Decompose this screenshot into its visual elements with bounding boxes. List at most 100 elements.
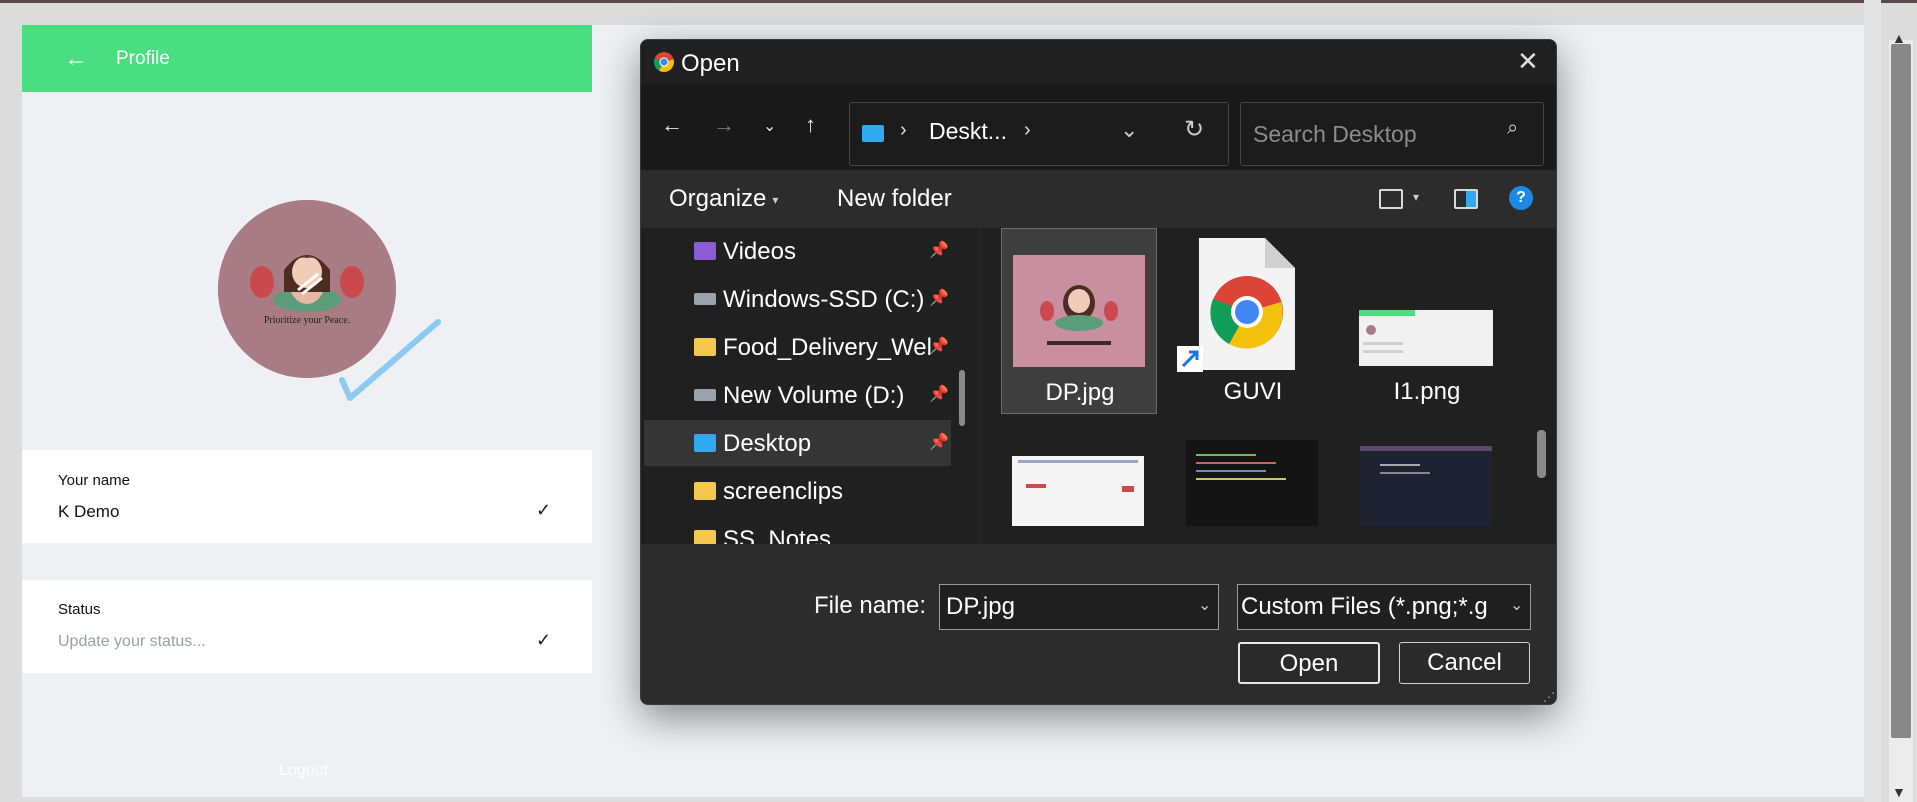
file-name: DP.jpg xyxy=(1045,379,1115,406)
organize-label: Organize xyxy=(669,185,767,212)
cancel-button[interactable]: Cancel xyxy=(1399,642,1530,684)
status-label: Status xyxy=(58,601,101,618)
nav-item-windows-ssd[interactable]: Windows-SSD (C:) 📌 xyxy=(644,276,951,322)
nav-item-new-volume[interactable]: New Volume (D:) 📌 xyxy=(644,372,951,418)
dialog-toolbar: Organize ▾ New folder ▾ ? xyxy=(641,170,1556,228)
profile-title: Profile xyxy=(116,47,170,69)
search-icon[interactable]: ⌕ xyxy=(1507,117,1518,140)
nav-item-label: New Volume (D:) xyxy=(723,382,905,409)
help-icon[interactable]: ? xyxy=(1509,186,1533,210)
close-icon[interactable]: ✕ xyxy=(1517,46,1539,77)
pane-divider[interactable] xyxy=(979,228,980,544)
file-name-input[interactable]: DP.jpg ⌄ xyxy=(939,584,1219,630)
nav-item-label: Videos xyxy=(723,238,796,265)
desktop-folder-icon xyxy=(694,434,716,452)
file-name: GUVI xyxy=(1223,378,1283,405)
file-name: I1.png xyxy=(1393,378,1461,405)
file-name-value[interactable]: DP.jpg xyxy=(946,593,1015,621)
file-list-scroll-thumb[interactable] xyxy=(1537,430,1546,478)
up-folder-icon[interactable]: ↑ xyxy=(805,112,816,138)
breadcrumb-desktop[interactable]: Deskt... xyxy=(929,118,1007,145)
file-item[interactable] xyxy=(1001,456,1157,544)
nav-item-label: SS_Notes xyxy=(723,526,832,544)
drive-icon xyxy=(694,389,716,401)
folder-icon xyxy=(694,338,716,356)
file-item[interactable] xyxy=(1349,446,1505,544)
status-field[interactable]: Update your status... xyxy=(58,633,206,651)
chrome-shortcut-icon xyxy=(1177,238,1295,372)
back-icon[interactable]: ← xyxy=(661,112,683,138)
drive-icon xyxy=(694,293,716,305)
logout-button[interactable]: Logout xyxy=(279,762,328,780)
nav-item-food-delivery[interactable]: Food_Delivery_Wel 📌 xyxy=(644,324,951,370)
image-thumbnail xyxy=(1186,440,1318,526)
image-thumbnail xyxy=(1360,446,1492,526)
file-type-dropdown-icon[interactable]: ⌄ xyxy=(1510,595,1524,615)
new-folder-button[interactable]: New folder xyxy=(837,185,952,213)
file-name-label: File name: xyxy=(814,592,927,619)
file-name-dropdown-icon[interactable]: ⌄ xyxy=(1198,595,1211,615)
window-top-border xyxy=(0,0,1917,3)
view-options-caret-icon[interactable]: ▾ xyxy=(1413,190,1419,204)
nav-item-label: Food_Delivery_Wel xyxy=(723,334,932,361)
name-field[interactable]: K Demo xyxy=(58,502,119,522)
checkmark-scribble xyxy=(339,319,441,401)
back-arrow-icon[interactable]: ← xyxy=(64,45,90,73)
file-item-i1-png[interactable]: I1.png xyxy=(1349,228,1505,414)
chrome-icon xyxy=(653,52,674,72)
forward-icon[interactable]: → xyxy=(713,112,735,138)
resize-grip-icon[interactable]: ⋰ xyxy=(1543,690,1555,704)
search-placeholder: Search Desktop xyxy=(1253,121,1417,147)
search-desktop-input[interactable]: Search Desktop ⌕ xyxy=(1240,102,1544,166)
image-thumbnail xyxy=(1359,310,1493,366)
file-item[interactable] xyxy=(1175,440,1331,544)
file-item-dp-jpg[interactable]: DP.jpg xyxy=(1001,228,1157,414)
file-type-value: Custom Files (*.png;*.g xyxy=(1241,593,1488,620)
nav-item-desktop[interactable]: Desktop 📌 xyxy=(644,420,951,466)
profile-header: ← Profile xyxy=(22,25,592,92)
recent-locations-chevron-icon[interactable]: ⌄ xyxy=(763,116,776,136)
file-item-guvi[interactable]: GUVI xyxy=(1175,228,1331,414)
organize-button[interactable]: Organize ▾ xyxy=(669,185,778,213)
nav-item-screenclips[interactable]: screenclips xyxy=(644,468,951,514)
nav-item-label: screenclips xyxy=(723,478,844,505)
pin-icon[interactable]: 📌 xyxy=(929,384,949,404)
pin-icon[interactable]: 📌 xyxy=(929,432,949,452)
page-gutter xyxy=(1864,0,1881,802)
name-label: Your name xyxy=(58,472,130,489)
address-dropdown-chevron-icon[interactable]: ⌄ xyxy=(1120,117,1138,143)
videos-folder-icon xyxy=(694,242,716,260)
pin-icon[interactable]: 📌 xyxy=(929,240,949,260)
dialog-footer: File name: DP.jpg ⌄ Custom Files (*.png;… xyxy=(641,544,1556,704)
desktop-folder-icon xyxy=(862,125,884,142)
breadcrumb-separator-icon[interactable]: › xyxy=(900,119,907,142)
dialog-title-bar[interactable]: Open ✕ xyxy=(641,40,1556,84)
navigation-pane-scroll-thumb[interactable] xyxy=(959,370,965,426)
file-type-select[interactable]: Custom Files (*.png;*.g ⌄ xyxy=(1237,584,1531,630)
image-thumbnail xyxy=(1012,456,1144,526)
nav-item-videos[interactable]: Videos 📌 xyxy=(644,228,951,274)
scroll-down-arrow-icon[interactable]: ▼ xyxy=(1892,784,1906,800)
image-thumbnail xyxy=(1013,255,1145,367)
pin-icon[interactable]: 📌 xyxy=(929,336,949,356)
status-card: Status Update your status... ✓ xyxy=(22,580,592,673)
nav-item-label: Windows-SSD (C:) xyxy=(723,286,925,313)
pin-icon[interactable]: 📌 xyxy=(929,288,949,308)
name-card: Your name K Demo ✓ xyxy=(22,450,592,543)
folder-icon xyxy=(694,482,716,500)
breadcrumb-separator-icon[interactable]: › xyxy=(1024,119,1031,142)
page-scroll-thumb[interactable] xyxy=(1891,44,1911,738)
organize-caret-icon: ▾ xyxy=(772,192,779,207)
change-view-icon[interactable] xyxy=(1379,189,1403,209)
open-button[interactable]: Open xyxy=(1238,642,1380,684)
status-confirm-check-icon[interactable]: ✓ xyxy=(536,630,551,651)
preview-pane-icon[interactable] xyxy=(1454,189,1478,209)
address-bar[interactable]: › Deskt... › ⌄ ↻ xyxy=(849,102,1229,166)
navigation-pane: Videos 📌 Windows-SSD (C:) 📌 Food_Deliver… xyxy=(641,228,951,544)
folder-icon xyxy=(694,530,716,544)
refresh-icon[interactable]: ↻ xyxy=(1184,115,1204,144)
name-confirm-check-icon[interactable]: ✓ xyxy=(536,500,551,521)
nav-item-ss-notes[interactable]: SS_Notes xyxy=(644,516,951,544)
open-file-dialog: Open ✕ ← → ⌄ ↑ › Deskt... › ⌄ ↻ Search D… xyxy=(640,39,1557,705)
nav-item-label: Desktop xyxy=(723,430,812,457)
